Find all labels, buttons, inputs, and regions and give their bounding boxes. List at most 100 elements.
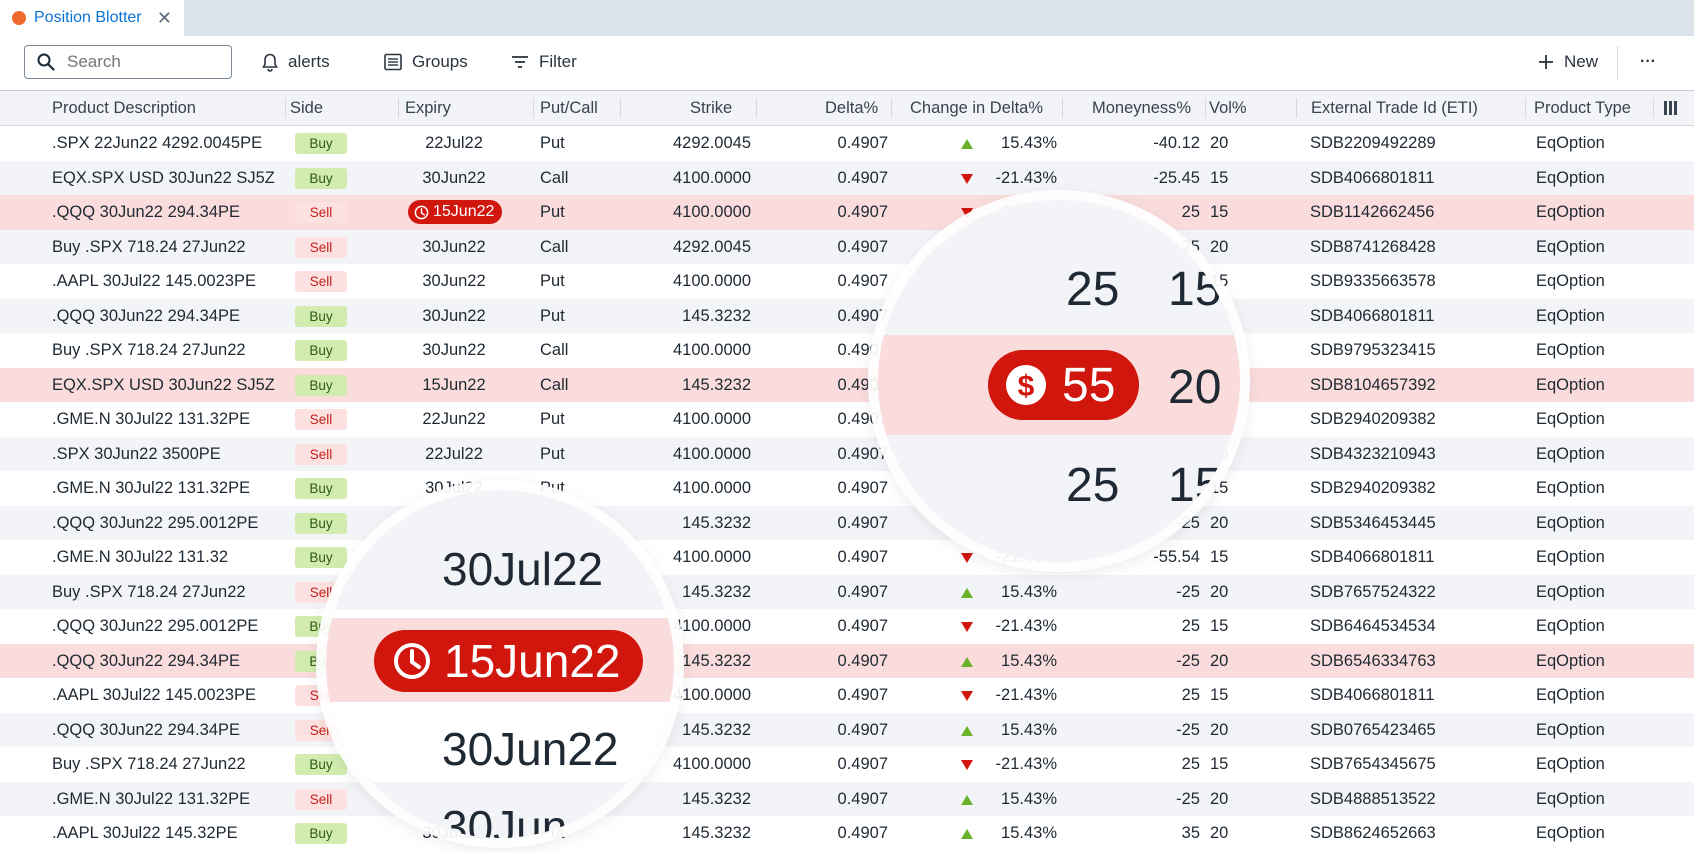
eti-cell: SDB4888513522: [1310, 789, 1436, 808]
strike-cell: 4100.0000: [673, 410, 751, 428]
vol-cell: 20: [1210, 824, 1229, 842]
search-input[interactable]: [65, 51, 219, 73]
eti-cell: SDB0765423465: [1310, 720, 1436, 739]
strike-cell: 4100.0000: [673, 168, 751, 187]
table-row[interactable]: .AAPL 30Jul22 145.0023PESell30Jun22Put41…: [0, 264, 1694, 299]
column-resize-handle[interactable]: [1205, 98, 1206, 118]
product-type-cell: EqOption: [1536, 617, 1605, 635]
more-icon: ···: [1640, 53, 1656, 70]
filter-button[interactable]: Filter: [511, 45, 577, 79]
expiry-cell: 30Jun22: [422, 306, 486, 325]
table-row[interactable]: .AAPL 30Jul22 145.0023PESell30Jun22Put41…: [0, 678, 1694, 713]
eti-cell: SDB7657524322: [1310, 582, 1436, 601]
table-row[interactable]: .GME.N 30Jul22 131.32PE Buy 30Jul22 Put 4100…: [0, 471, 1694, 506]
table-row[interactable]: .QQQ 30Jun22 294.34PEBuy15Jun22Call145.3…: [0, 643, 1694, 678]
put-call-cell: Call: [540, 375, 569, 394]
column-resize-handle[interactable]: [398, 98, 399, 118]
col-strike-header[interactable]: Strike: [690, 91, 732, 125]
filter-label: Filter: [539, 52, 577, 71]
expiry-cell: 30Jun22: [422, 341, 486, 359]
table-row[interactable]: .QQQ 30Jun22 294.34PE Sell 15Jun22 Put 4100.…: [0, 195, 1694, 230]
change-in-delta-cell: 15.43%: [1001, 582, 1057, 601]
col-eti-header[interactable]: External Trade Id (ETI): [1311, 91, 1478, 125]
col-product-description-header[interactable]: Product Description: [52, 91, 196, 125]
expiry-alert-pill[interactable]: 15Jun22: [408, 200, 503, 224]
product-description-cell: .AAPL 30Jul22 145.32PE: [52, 824, 238, 842]
table-row[interactable]: .GME.N 30Jul22 131.32PE Sell 22Jun22 Put 410…: [0, 402, 1694, 437]
tab-label: Position Blotter: [34, 9, 142, 26]
eti-cell: SDB8741268428: [1310, 237, 1436, 256]
column-resize-handle[interactable]: [1062, 98, 1063, 118]
product-type-cell: EqOption: [1536, 134, 1605, 152]
column-resize-handle[interactable]: [891, 98, 892, 118]
side-badge: Sell: [295, 409, 347, 430]
table-row[interactable]: .AAPL 30Jul22 145.32PEBuy30Jun22Put145.3…: [0, 816, 1694, 851]
alerts-button[interactable]: alerts: [262, 45, 330, 79]
search-box[interactable]: [24, 45, 232, 79]
product-description-cell: .QQQ 30Jun22 295.0012PE: [52, 513, 259, 532]
product-description-cell: Buy .SPX 718.24 27Jun22: [52, 755, 246, 773]
table-row[interactable]: .GME.N 30Jul22 131.32Buy30Jun22Put4100.0…: [0, 540, 1694, 575]
product-type-cell: EqOption: [1536, 720, 1605, 739]
column-resize-handle[interactable]: [1525, 98, 1526, 118]
column-resize-handle[interactable]: [620, 98, 621, 118]
table-row[interactable]: .QQQ 30Jun22 295.0012PEBuy15Jun22Call145…: [0, 505, 1694, 540]
table-row[interactable]: Buy .SPX 718.24 27Jun22Sell30Jun22Call14…: [0, 574, 1694, 609]
moneyness-magnifier: 25 15 $ 55 20 25 15: [878, 200, 1240, 562]
table-row[interactable]: Buy .SPX 718.24 27Jun22Buy30Jun22Put4100…: [0, 747, 1694, 782]
table-row[interactable]: .QQQ 30Jun22 295.0012PEBuy30Jun22Put4100…: [0, 609, 1694, 644]
table-row[interactable]: .SPX 30Jun22 3500PE Sell 22Jul22 Put 4100.00…: [0, 436, 1694, 471]
table-row[interactable]: Buy .SPX 718.24 27Jun22 Buy 30Jun22 Call 410…: [0, 333, 1694, 368]
side-badge: Buy: [295, 167, 347, 189]
close-icon[interactable]: ✕: [157, 8, 172, 29]
change-in-delta-cell: 15.43%: [1001, 824, 1057, 842]
change-in-delta-cell: 15.43%: [1001, 134, 1057, 152]
column-resize-handle[interactable]: [1296, 98, 1297, 118]
columns-icon-bar: [1674, 101, 1677, 115]
column-resize-handle[interactable]: [533, 98, 534, 118]
mag-money-alert-pill: $ 55: [988, 350, 1140, 420]
col-product-type-header[interactable]: Product Type: [1534, 91, 1631, 125]
mag-expiry-cut: 30Jun: [442, 801, 568, 838]
side-badge: Buy: [295, 340, 347, 361]
mag-vol-below: 15: [1168, 459, 1222, 512]
moneyness-cell: 35: [1181, 824, 1200, 842]
col-moneyness-header[interactable]: Moneyness%: [1092, 91, 1191, 125]
table-row[interactable]: EQX.SPX USD 30Jun22 SJ5Z Buy 30Jun22 Call 41…: [0, 160, 1694, 195]
delta-cell: 0.4907: [837, 203, 888, 221]
col-delta-header[interactable]: Delta%: [825, 91, 878, 125]
col-expiry-header[interactable]: Expiry: [405, 91, 451, 125]
product-description-cell: .GME.N 30Jul22 131.32PE: [52, 789, 251, 808]
column-resize-handle[interactable]: [285, 98, 286, 118]
columns-icon[interactable]: [1664, 101, 1667, 115]
moneyness-cell: -25: [1176, 651, 1200, 670]
table-row[interactable]: EQX.SPX USD 30Jun22 SJ5Z Buy 15Jun22 Call 14…: [0, 367, 1694, 402]
expiry-cell: 22Jun22: [422, 410, 486, 428]
more-options-button[interactable]: ···: [1640, 45, 1656, 79]
table-row[interactable]: .QQQ 30Jun22 294.34PE Buy 30Jun22 Put 145.32…: [0, 298, 1694, 333]
column-resize-handle[interactable]: [756, 98, 757, 118]
new-button[interactable]: New: [1538, 45, 1598, 79]
table-row[interactable]: .GME.N 30Jul22 131.32PESell30Jun22Call14…: [0, 781, 1694, 816]
mag-money-below: 25: [1066, 459, 1120, 512]
table-row[interactable]: .QQQ 30Jun22 294.34PESell30Jun22Call145.…: [0, 712, 1694, 747]
table-row[interactable]: Buy .SPX 718.24 27Jun22 Sell 30Jun22 Call 42…: [0, 229, 1694, 264]
expiry-cell: 22Jul22: [425, 134, 483, 152]
table-row[interactable]: .SPX 22Jun22 4292.0045PE Buy 22Jul22 Put 429…: [0, 126, 1694, 161]
put-call-cell: Put: [540, 306, 565, 325]
vol-cell: 20: [1210, 720, 1229, 739]
moneyness-cell: -25: [1176, 789, 1200, 808]
product-type-cell: EqOption: [1536, 513, 1605, 532]
groups-button[interactable]: Groups: [384, 45, 468, 79]
vol-cell: 20: [1210, 582, 1229, 601]
product-description-cell: Buy .SPX 718.24 27Jun22: [52, 341, 246, 359]
col-put-call-header[interactable]: Put/Call: [540, 91, 598, 125]
col-change-in-delta-header[interactable]: Change in Delta%: [910, 91, 1043, 125]
col-side-header[interactable]: Side: [290, 91, 323, 125]
product-type-cell: EqOption: [1536, 824, 1605, 842]
col-vol-header[interactable]: Vol%: [1209, 91, 1247, 125]
delta-cell: 0.4907: [837, 548, 888, 566]
tab-position-blotter[interactable]: Position Blotter ✕: [0, 0, 184, 36]
column-resize-handle[interactable]: [1653, 98, 1654, 118]
filter-icon: [512, 56, 528, 68]
